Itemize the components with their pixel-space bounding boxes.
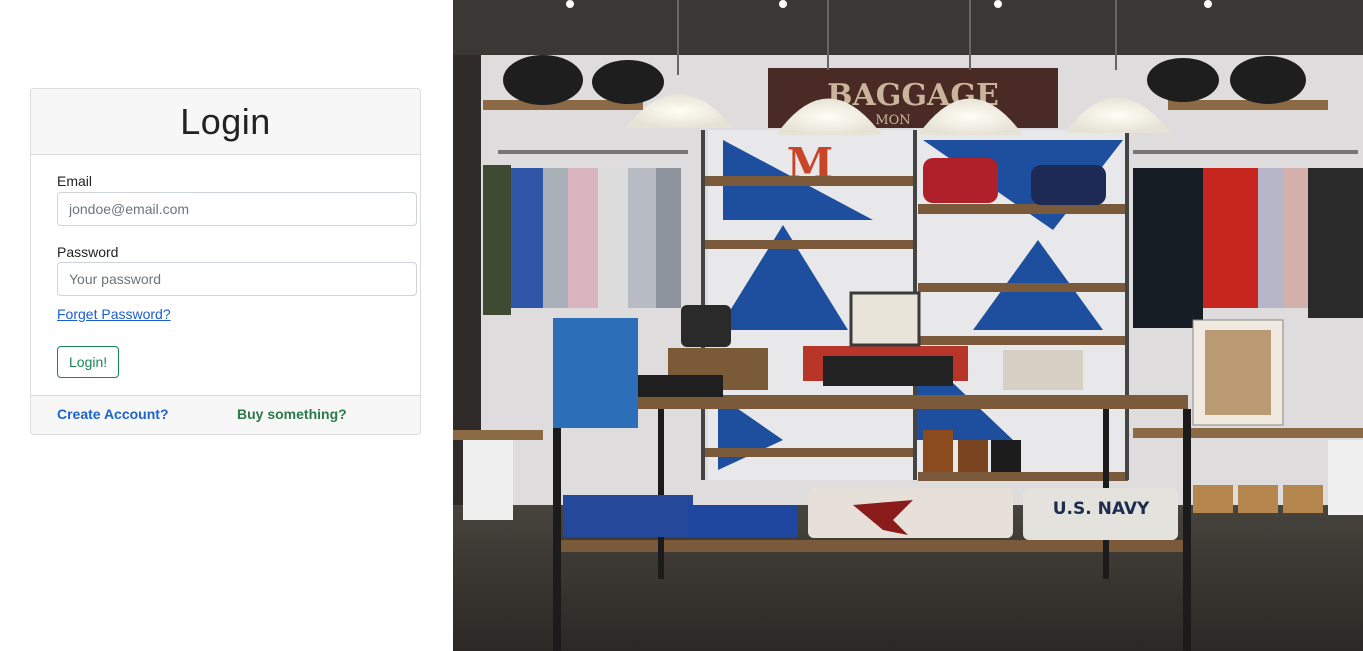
password-field[interactable] (57, 262, 417, 296)
login-card: Login Email Password Forget Password? Lo… (30, 88, 421, 435)
page-title: Login (180, 100, 271, 142)
password-label: Password (57, 244, 119, 260)
navy-shirt-text: U.S. NAVY (1053, 499, 1150, 519)
email-label: Email (57, 173, 93, 189)
card-footer: Create Account? Buy something? (31, 395, 420, 434)
clothing-store-image: BAGGAGE MON M U.S. NAVY (453, 0, 1363, 651)
store-sign-sub: MON (875, 113, 910, 128)
login-button[interactable]: Login! (57, 346, 120, 378)
buy-something-link[interactable]: Buy something? (237, 406, 347, 422)
card-header: Login (31, 89, 420, 155)
login-form: Email Password Forget Password? Login! (31, 155, 420, 395)
login-panel: Login Email Password Forget Password? Lo… (0, 0, 453, 651)
store-photo: BAGGAGE MON M U.S. NAVY (453, 0, 1363, 651)
forgot-password-link[interactable]: Forget Password? (57, 306, 171, 322)
email-field[interactable] (57, 192, 417, 226)
create-account-link[interactable]: Create Account? (57, 406, 169, 422)
